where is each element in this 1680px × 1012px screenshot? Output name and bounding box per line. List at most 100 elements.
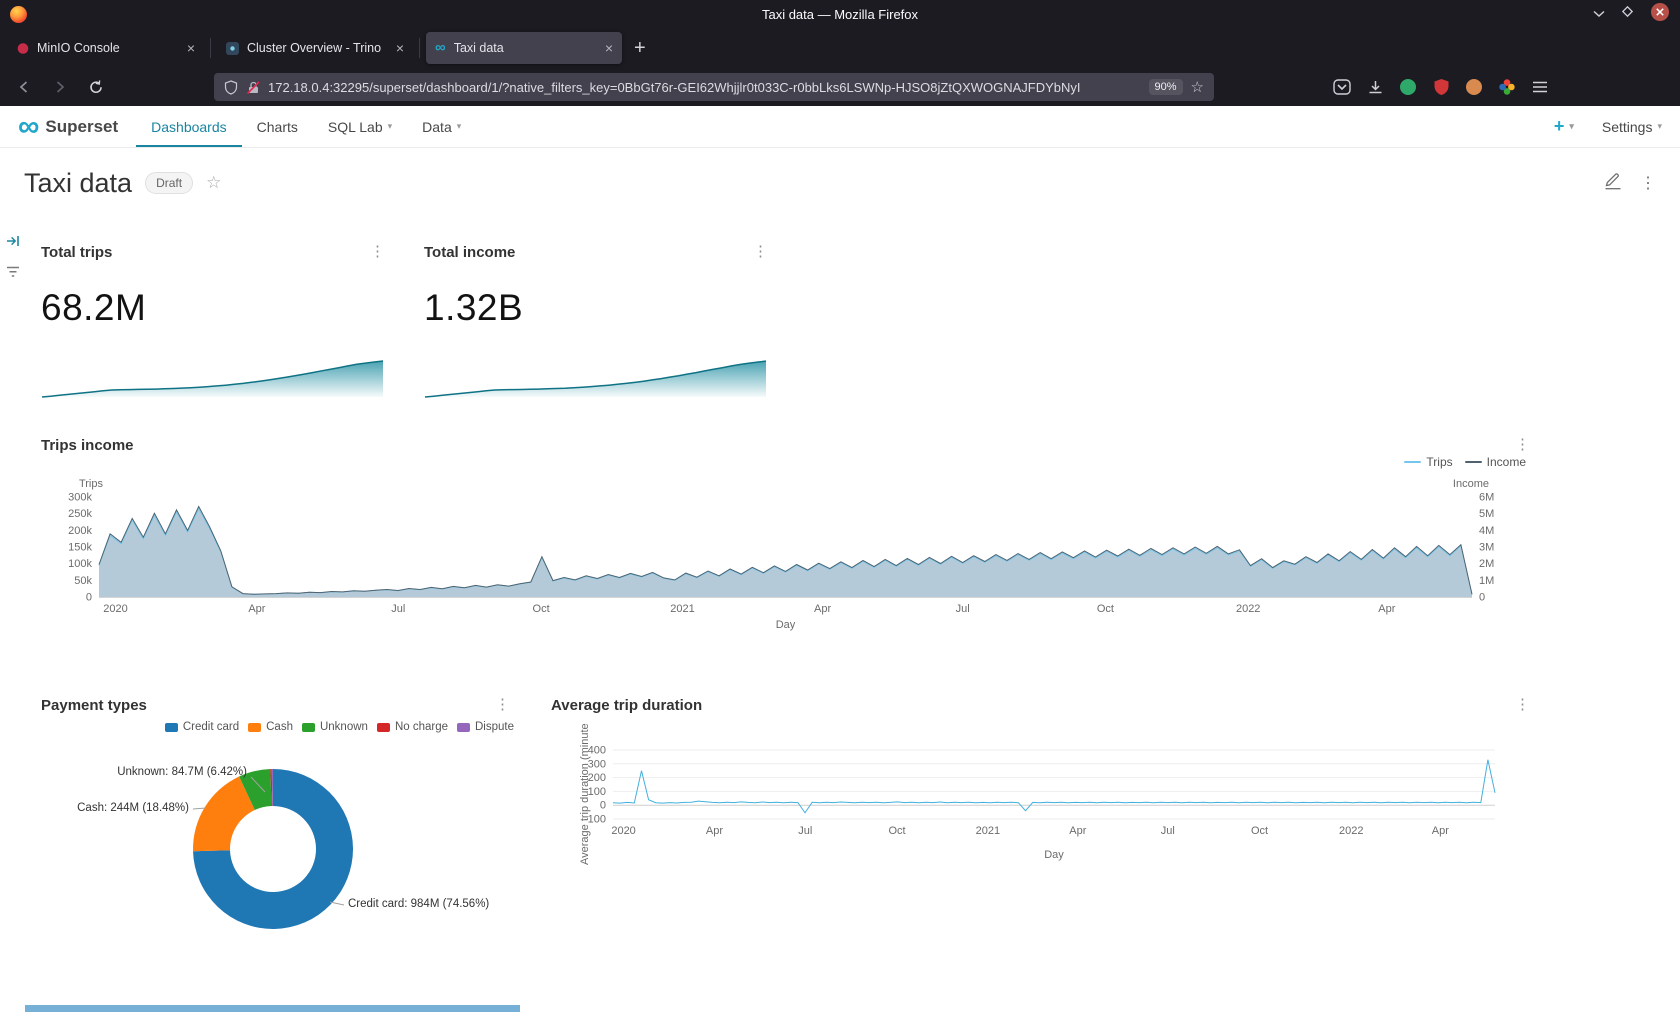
svg-text:300k: 300k <box>68 492 92 504</box>
tab-label: MinIO Console <box>37 41 179 55</box>
extension-avatar-icon[interactable] <box>1464 77 1484 97</box>
legend-item[interactable]: Income <box>1465 455 1526 469</box>
chart-title: Trips income <box>25 425 1540 454</box>
tab-trino-cluster-overview[interactable]: Cluster Overview - Trino × <box>217 32 413 64</box>
chevron-down-icon: ▾ <box>1569 121 1574 132</box>
total-trips-sparkline[interactable] <box>41 358 384 398</box>
svg-text:Day: Day <box>776 619 796 631</box>
new-tab-button[interactable]: + <box>634 38 646 58</box>
legend-item[interactable]: Dispute <box>457 721 514 733</box>
edit-pencil-icon[interactable] <box>1604 172 1622 195</box>
window-maximize-button[interactable] <box>1621 5 1634 23</box>
svg-text:Apr: Apr <box>1069 825 1086 837</box>
extension-green-icon[interactable] <box>1398 77 1418 97</box>
downloads-icon[interactable] <box>1365 77 1385 97</box>
favorite-star-icon[interactable]: ☆ <box>206 173 221 193</box>
url-text[interactable]: 172.18.0.4:32295/superset/dashboard/1/?n… <box>268 80 1141 95</box>
extension-pinwheel-icon[interactable] <box>1497 77 1517 97</box>
chart-kebab-icon[interactable]: ⋮ <box>370 242 385 260</box>
chart-kebab-icon[interactable]: ⋮ <box>753 242 768 260</box>
legend-item[interactable]: Cash <box>248 721 293 733</box>
superset-logo[interactable]: ∞ Superset <box>18 115 118 139</box>
chart-kebab-icon[interactable]: ⋮ <box>1515 435 1530 453</box>
svg-text:Jul: Jul <box>798 825 812 837</box>
svg-text:Jul: Jul <box>956 603 970 615</box>
tab-label: Taxi data <box>454 41 597 55</box>
svg-text:Income: Income <box>1453 478 1489 490</box>
legend-item[interactable]: Unknown <box>302 721 368 733</box>
card-avg-trip-duration: Average trip duration ⋮ Average trip dur… <box>535 685 1540 885</box>
superset-brand-name: Superset <box>45 117 118 137</box>
avg-trip-duration-chart[interactable]: -10001002003004002020AprJulOct2021AprJul… <box>565 723 1540 868</box>
tab-taxi-data[interactable]: ∞ Taxi data × <box>426 32 622 64</box>
legend-item[interactable]: No charge <box>377 721 448 733</box>
svg-text:400: 400 <box>588 745 606 757</box>
tab-close-icon[interactable]: × <box>605 41 613 55</box>
dashboard-menu-kebab-icon[interactable]: ⋮ <box>1640 173 1656 193</box>
reload-button[interactable] <box>82 73 110 101</box>
total-income-sparkline[interactable] <box>424 358 767 398</box>
settings-menu[interactable]: Settings▾ <box>1602 119 1662 135</box>
legend-item[interactable]: Trips <box>1404 455 1452 469</box>
chart-title: Total trips <box>25 232 395 261</box>
svg-text:200: 200 <box>588 772 606 784</box>
zoom-level-badge[interactable]: 90% <box>1149 79 1183 95</box>
window-close-button[interactable] <box>1650 2 1670 27</box>
card-trips-income: Trips income ⋮ TripsIncome 050k100k150k2… <box>25 425 1540 660</box>
svg-text:2022: 2022 <box>1236 603 1260 615</box>
svg-text:Apr: Apr <box>248 603 265 615</box>
nav-item-sql-lab[interactable]: SQL Lab▾ <box>313 106 407 147</box>
svg-text:Oct: Oct <box>1097 603 1114 615</box>
legend-label: Credit card <box>183 721 239 733</box>
trips-income-chart[interactable]: 050k100k150k200k250k300k01M2M3M4M5M6M202… <box>37 477 1528 638</box>
legend-swatch <box>302 723 315 732</box>
url-bar[interactable]: 172.18.0.4:32295/superset/dashboard/1/?n… <box>214 73 1214 101</box>
ublock-shield-icon[interactable] <box>1431 77 1451 97</box>
chart-kebab-icon[interactable]: ⋮ <box>1515 695 1530 713</box>
pocket-icon[interactable] <box>1332 77 1352 97</box>
legend-swatch <box>457 723 470 732</box>
nav-item-charts[interactable]: Charts <box>242 106 313 147</box>
bookmark-star-icon[interactable]: ☆ <box>1191 78 1204 96</box>
svg-text:Apr: Apr <box>1378 603 1395 615</box>
forward-button[interactable] <box>46 73 74 101</box>
svg-text:5M: 5M <box>1479 508 1494 520</box>
window-title: Taxi data — Mozilla Firefox <box>0 7 1680 22</box>
svg-text:2020: 2020 <box>103 603 127 615</box>
back-button[interactable] <box>10 73 38 101</box>
nav-item-dashboards[interactable]: Dashboards <box>136 106 242 147</box>
big-number-value: 1.32B <box>424 287 778 329</box>
payment-types-donut-chart[interactable]: Unknown: 84.7M (6.42%)Cash: 244M (18.48%… <box>25 735 520 1012</box>
svg-text:Oct: Oct <box>888 825 905 837</box>
menu-hamburger-icon[interactable] <box>1530 77 1550 97</box>
minio-icon <box>17 42 29 55</box>
nav-item-data[interactable]: Data▾ <box>407 106 476 147</box>
legend-swatch <box>165 723 178 732</box>
expand-filter-bar-icon[interactable] <box>6 234 20 253</box>
svg-text:50k: 50k <box>74 575 92 587</box>
svg-text:3M: 3M <box>1479 542 1494 554</box>
legend-label: Unknown <box>320 721 368 733</box>
svg-text:250k: 250k <box>68 508 92 520</box>
tracking-protection-shield-icon[interactable] <box>224 80 238 95</box>
window-minimize-button[interactable] <box>1593 5 1605 23</box>
card-payment-types: Payment types ⋮ Credit cardCashUnknownNo… <box>25 685 520 1012</box>
insecure-lock-icon[interactable] <box>246 80 260 95</box>
big-number-value: 68.2M <box>41 287 395 329</box>
filter-icon[interactable] <box>6 265 20 283</box>
dashboard-header: Taxi data Draft ☆ ⋮ <box>0 148 1680 218</box>
svg-text:2022: 2022 <box>1339 825 1363 837</box>
svg-text:-100: -100 <box>584 814 606 826</box>
legend-swatch <box>248 723 261 732</box>
svg-text:Day: Day <box>1044 849 1064 861</box>
chart-kebab-icon[interactable]: ⋮ <box>495 695 510 713</box>
tab-close-icon[interactable]: × <box>187 41 195 55</box>
svg-text:Credit card: 984M (74.56%): Credit card: 984M (74.56%) <box>348 898 489 910</box>
svg-text:Oct: Oct <box>1251 825 1268 837</box>
superset-favicon: ∞ <box>435 42 446 54</box>
svg-text:4M: 4M <box>1479 525 1494 537</box>
tab-close-icon[interactable]: × <box>396 41 404 55</box>
new-item-button[interactable]: +▾ <box>1554 116 1574 137</box>
legend-item[interactable]: Credit card <box>165 721 239 733</box>
tab-minio-console[interactable]: MinIO Console × <box>8 32 204 64</box>
